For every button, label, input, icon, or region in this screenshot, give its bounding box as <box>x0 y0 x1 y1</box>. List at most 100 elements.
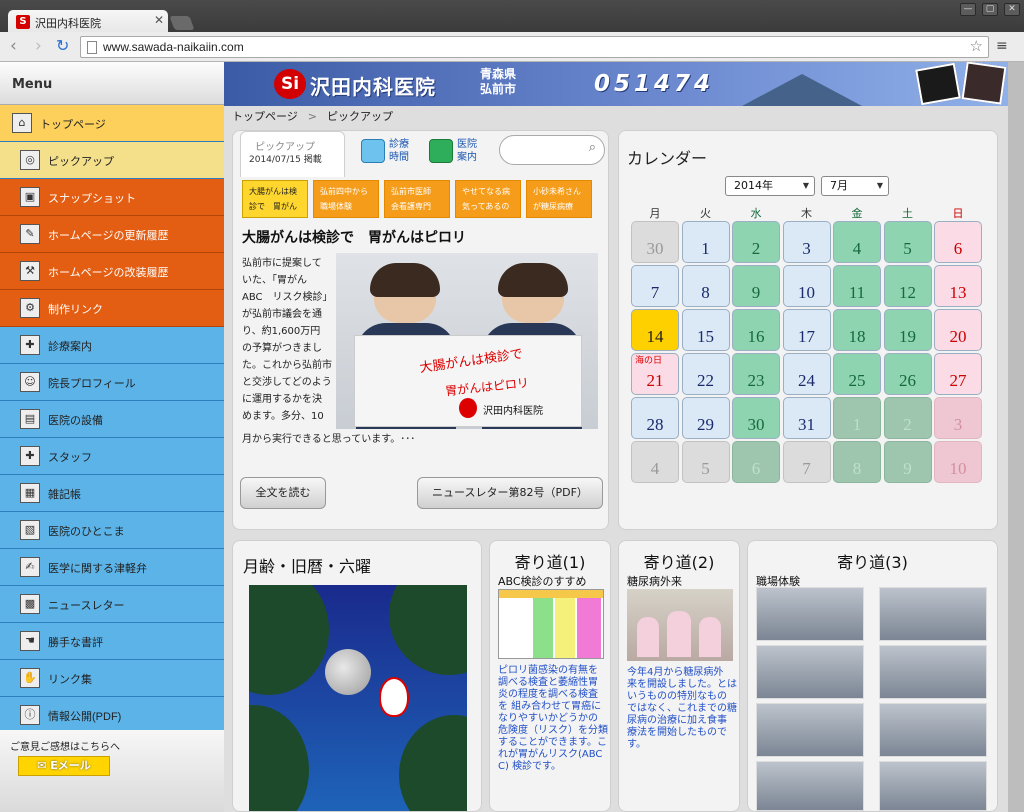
address-bar[interactable]: www.sawada-naikaiin.com ☆ <box>80 36 989 58</box>
back-icon[interactable]: ‹ <box>10 37 17 55</box>
calendar-day[interactable]: 11 <box>833 265 881 307</box>
browser-tab[interactable]: S 沢田内科医院 ✕ <box>8 10 168 34</box>
calendar-day[interactable]: 23 <box>732 353 780 395</box>
calendar-day[interactable]: 5 <box>883 221 932 263</box>
calendar-day[interactable]: 22 <box>681 353 730 395</box>
close-window-button[interactable]: ✕ <box>1004 3 1020 16</box>
sidebar-item[interactable]: ▤ 医院の設備 <box>0 401 224 438</box>
calendar-day[interactable]: 5 <box>681 441 730 483</box>
calendar-day[interactable]: 7 <box>631 265 679 307</box>
sidebar-item[interactable]: ✋ リンク集 <box>0 660 224 697</box>
search-icon[interactable]: ⌕ <box>589 140 596 155</box>
calendar-day[interactable]: 4 <box>833 221 881 263</box>
photo-thumbnail[interactable] <box>756 645 864 699</box>
yorimichi-2-panel[interactable]: 寄り道(2) 糖尿病外来 今年4月から糖尿病外 来を開設しました。とは いうものの特… <box>618 540 740 812</box>
calendar-day[interactable]: 2 <box>883 397 932 439</box>
pickup-tag[interactable]: 小砂未希さん が糖尿病療 <box>526 180 592 218</box>
calendar-day[interactable]: 3 <box>934 397 982 439</box>
calendar-day[interactable]: 20 <box>934 309 982 351</box>
calendar-day[interactable]: 7 <box>782 441 831 483</box>
minimize-button[interactable]: — <box>960 3 976 16</box>
photo-thumbnail[interactable] <box>756 703 864 757</box>
pickup-tab[interactable]: ピックアップ 2014/07/15 掲載 <box>240 131 345 177</box>
sidebar-item[interactable]: ▩ ニュースレター <box>0 586 224 623</box>
email-button[interactable]: ✉ Eメール <box>18 756 110 776</box>
sidebar-item[interactable]: ▦ 雑記帳 <box>0 475 224 512</box>
reload-icon[interactable]: ↻ <box>56 37 69 55</box>
calendar-day[interactable]: 1 <box>833 397 881 439</box>
calendar-day[interactable]: 12 <box>883 265 932 307</box>
sidebar-item[interactable]: ▣ スナップショット <box>0 179 224 216</box>
tab-close-icon[interactable]: ✕ <box>154 13 164 27</box>
sidebar-item[interactable]: ☺ 院長プロフィール <box>0 364 224 401</box>
sidebar-item[interactable]: ☚ 勝手な書評 <box>0 623 224 660</box>
calendar-day[interactable]: 21 海の日 <box>631 353 679 395</box>
sidebar-item[interactable]: ◎ ピックアップ <box>0 142 224 179</box>
calendar-day[interactable]: 6 <box>934 221 982 263</box>
calendar-day[interactable]: 28 <box>631 397 679 439</box>
maximize-button[interactable]: ▢ <box>982 3 998 16</box>
calendar-day[interactable]: 26 <box>883 353 932 395</box>
photo-thumbnail[interactable] <box>879 761 987 811</box>
calendar-day[interactable]: 9 <box>732 265 780 307</box>
calendar-day[interactable]: 30 <box>631 221 679 263</box>
calendar-day[interactable]: 19 <box>883 309 932 351</box>
calendar-day[interactable]: 13 <box>934 265 982 307</box>
pickup-tag[interactable]: 弘前市医師 会看護専門 <box>384 180 450 218</box>
forward-icon[interactable]: › <box>35 37 42 55</box>
pickup-tag[interactable]: 大腸がんは検 診で 胃がん <box>242 180 308 218</box>
year-select[interactable]: 2014年 ▼ <box>725 176 815 196</box>
pickup-tag[interactable]: やせてなる病 気ってあるの <box>455 180 521 218</box>
calendar-day[interactable]: 18 <box>833 309 881 351</box>
calendar-day[interactable]: 31 <box>782 397 831 439</box>
yorimichi-1-panel[interactable]: 寄り道(1) ABC検診のすすめ ピロリ菌感染の有無を 調べる検査と萎縮性胃 炎の程… <box>489 540 611 812</box>
calendar-day[interactable]: 8 <box>681 265 730 307</box>
calendar-day[interactable]: 4 <box>631 441 679 483</box>
search-input[interactable]: ⌕ <box>499 135 605 165</box>
clinic-logo-icon[interactable]: Si <box>274 69 306 99</box>
read-more-button[interactable]: 全文を読む <box>240 477 326 509</box>
calendar-day[interactable]: 3 <box>782 221 831 263</box>
sidebar-item[interactable]: ✎ ホームページの更新履歴 <box>0 216 224 253</box>
sidebar-item[interactable]: ▧ 医院のひとこま <box>0 512 224 549</box>
photo-thumbnail[interactable] <box>879 703 987 757</box>
photo-thumbnail[interactable] <box>756 761 864 811</box>
clinic-hours-link[interactable]: 診療 時間 <box>361 138 421 164</box>
sidebar-item[interactable]: ✍ 医学に関する津軽弁 <box>0 549 224 586</box>
photo-thumbnail[interactable] <box>756 587 864 641</box>
sidebar-item[interactable]: ⚒ ホームページの改装履歴 <box>0 253 224 290</box>
calendar-day[interactable]: 15 <box>681 309 730 351</box>
sidebar-item[interactable]: ⓘ 情報公開(PDF) <box>0 697 224 734</box>
calendar-day-number: 27 <box>949 371 967 390</box>
clinic-info-link[interactable]: 医院 案内 <box>429 138 489 164</box>
calendar-day[interactable]: 14 <box>631 309 679 351</box>
photo-thumbnail[interactable] <box>879 587 987 641</box>
sidebar-item[interactable]: ⌂ トップページ <box>0 105 224 142</box>
calendar-day[interactable]: 9 <box>883 441 932 483</box>
calendar-day[interactable]: 29 <box>681 397 730 439</box>
sidebar-item[interactable]: ⚙ 制作リンク <box>0 290 224 327</box>
browser-menu-icon[interactable]: ≡ <box>996 39 1008 53</box>
calendar-day[interactable]: 10 <box>782 265 831 307</box>
calendar-day[interactable]: 2 <box>732 221 780 263</box>
sidebar-item[interactable]: ✚ 診療案内 <box>0 327 224 364</box>
calendar-day[interactable]: 8 <box>833 441 881 483</box>
calendar-day[interactable]: 16 <box>732 309 780 351</box>
sidebar-item[interactable]: ✚ スタッフ <box>0 438 224 475</box>
calendar-day[interactable]: 27 <box>934 353 982 395</box>
newsletter-button[interactable]: ニュースレター第82号（PDF） <box>417 477 603 509</box>
calendar-day[interactable]: 24 <box>782 353 831 395</box>
bookmark-star-icon[interactable]: ☆ <box>970 37 983 55</box>
month-select[interactable]: 7月 ▼ <box>821 176 889 196</box>
new-tab-button[interactable] <box>169 16 195 30</box>
pickup-tag[interactable]: 弘前四中から 職場体験 <box>313 180 379 218</box>
calendar-day[interactable]: 17 <box>782 309 831 351</box>
calendar-day[interactable]: 1 <box>681 221 730 263</box>
yorimichi-3-panel[interactable]: 寄り道(3) 職場体験 <box>747 540 998 812</box>
photo-thumbnail[interactable] <box>879 645 987 699</box>
calendar-day[interactable]: 6 <box>732 441 780 483</box>
calendar-day[interactable]: 25 <box>833 353 881 395</box>
calendar-day[interactable]: 30 <box>732 397 780 439</box>
calendar-day[interactable]: 10 <box>934 441 982 483</box>
breadcrumb-home[interactable]: トップページ <box>232 110 298 123</box>
